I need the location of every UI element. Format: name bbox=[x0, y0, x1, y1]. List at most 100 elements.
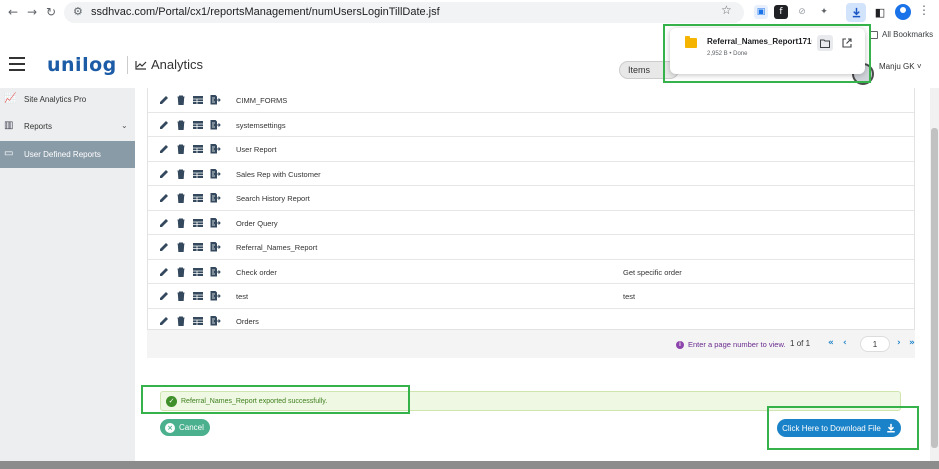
export-icon[interactable] bbox=[209, 168, 221, 180]
analytics-label: Analytics bbox=[151, 57, 204, 72]
table-view-icon[interactable] bbox=[192, 119, 204, 131]
trash-icon[interactable] bbox=[175, 168, 187, 180]
download-icon bbox=[887, 423, 895, 433]
downloads-button[interactable] bbox=[846, 3, 866, 22]
profile-avatar[interactable] bbox=[895, 4, 911, 20]
next-page-icon[interactable]: › bbox=[897, 338, 901, 348]
prev-page-icon[interactable]: ‹ bbox=[843, 338, 847, 348]
of-label: of bbox=[796, 339, 804, 348]
sidebar-item-user-defined-reports[interactable]: ▭ User Defined Reports bbox=[0, 141, 135, 168]
download-file-name[interactable]: Referral_Names_Report17101 bbox=[707, 37, 812, 46]
export-icon[interactable] bbox=[209, 290, 221, 302]
export-icon[interactable] bbox=[209, 241, 221, 253]
trash-icon[interactable] bbox=[175, 315, 187, 327]
bookmark-star-icon[interactable]: ☆ bbox=[721, 3, 732, 17]
download-icon bbox=[852, 7, 860, 18]
row-actions bbox=[158, 217, 221, 229]
trash-icon[interactable] bbox=[175, 290, 187, 302]
trash-icon[interactable] bbox=[175, 143, 187, 155]
url-text[interactable]: ssdhvac.com/Portal/cx1/reportsManagement… bbox=[91, 6, 440, 18]
report-name: Search History Report bbox=[236, 194, 310, 203]
open-file-button[interactable] bbox=[839, 35, 855, 51]
table-view-icon[interactable] bbox=[192, 143, 204, 155]
table-view-icon[interactable] bbox=[192, 217, 204, 229]
edit-pencil-icon[interactable] bbox=[158, 119, 170, 131]
row-actions bbox=[158, 315, 221, 327]
edit-pencil-icon[interactable] bbox=[158, 315, 170, 327]
edit-pencil-icon[interactable] bbox=[158, 217, 170, 229]
edit-pencil-icon[interactable] bbox=[158, 266, 170, 278]
all-bookmarks[interactable]: All Bookmarks bbox=[870, 30, 933, 39]
show-in-folder-button[interactable] bbox=[817, 35, 833, 51]
user-menu[interactable]: Manju GK ˅ bbox=[879, 62, 921, 71]
forward-arrow-icon[interactable]: → bbox=[24, 4, 40, 20]
unilog-logo[interactable]: unilog bbox=[47, 54, 117, 76]
monitor-icon: ▭ bbox=[4, 148, 14, 159]
row-actions bbox=[158, 143, 221, 155]
extension-icon[interactable]: f bbox=[774, 5, 788, 19]
edit-pencil-icon[interactable] bbox=[158, 94, 170, 106]
edit-pencil-icon[interactable] bbox=[158, 143, 170, 155]
export-icon[interactable] bbox=[209, 192, 221, 204]
cancel-button[interactable]: × Cancel bbox=[160, 419, 210, 436]
edit-pencil-icon[interactable] bbox=[158, 241, 170, 253]
edit-pencil-icon[interactable] bbox=[158, 192, 170, 204]
table-row: User Report bbox=[148, 137, 914, 162]
download-status: 2,952 B • Done bbox=[707, 51, 748, 57]
report-name: CIMM_FORMS bbox=[236, 96, 288, 105]
reload-icon[interactable]: ↻ bbox=[43, 4, 59, 20]
trash-icon[interactable] bbox=[175, 192, 187, 204]
back-arrow-icon[interactable]: ← bbox=[5, 4, 21, 20]
table-row: Check order Get specific order bbox=[148, 260, 914, 284]
table-view-icon[interactable] bbox=[192, 266, 204, 278]
sidebar-item-label: Reports bbox=[24, 122, 53, 131]
report-name: Order Query bbox=[236, 218, 278, 228]
table-view-icon[interactable] bbox=[192, 290, 204, 302]
trash-icon[interactable] bbox=[175, 241, 187, 253]
table-view-icon[interactable] bbox=[192, 315, 204, 327]
trash-icon[interactable] bbox=[175, 217, 187, 229]
chart-line-icon bbox=[135, 60, 147, 70]
table-row: Order Query bbox=[148, 211, 914, 235]
cancel-label: Cancel bbox=[179, 423, 204, 432]
trash-icon[interactable] bbox=[175, 266, 187, 278]
pagination-hint-text: Enter a page number to view. bbox=[688, 340, 786, 349]
trash-icon[interactable] bbox=[175, 119, 187, 131]
export-icon[interactable] bbox=[209, 315, 221, 327]
table-row: systemsettings bbox=[148, 113, 914, 137]
table-view-icon[interactable] bbox=[192, 192, 204, 204]
sidebar-item-reports[interactable]: ▥ Reports ⌄ bbox=[0, 113, 135, 140]
extensions-puzzle-icon[interactable]: ✦ bbox=[817, 5, 831, 19]
trash-icon[interactable] bbox=[175, 94, 187, 106]
success-message-text: Referral_Names_Report exported successfu… bbox=[181, 398, 328, 405]
scrollbar-thumb[interactable] bbox=[931, 128, 938, 448]
divider bbox=[127, 56, 128, 74]
chevron-down-icon[interactable]: ⌄ bbox=[121, 121, 128, 130]
export-icon[interactable] bbox=[209, 119, 221, 131]
extension-icon[interactable]: ⊘ bbox=[795, 5, 809, 19]
table-view-icon[interactable] bbox=[192, 168, 204, 180]
last-page-icon[interactable]: » bbox=[909, 338, 915, 348]
table-view-icon[interactable] bbox=[192, 241, 204, 253]
folder-icon bbox=[820, 39, 830, 48]
extension-icon[interactable]: ▣ bbox=[754, 5, 768, 19]
edit-pencil-icon[interactable] bbox=[158, 290, 170, 302]
export-icon[interactable] bbox=[209, 266, 221, 278]
more-menu-icon[interactable]: ⋮ bbox=[918, 3, 930, 17]
export-icon[interactable] bbox=[209, 94, 221, 106]
export-icon[interactable] bbox=[209, 143, 221, 155]
success-message: ✓ Referral_Names_Report exported success… bbox=[160, 391, 901, 411]
table-view-icon[interactable] bbox=[192, 94, 204, 106]
address-bar[interactable]: ⚙ ssdhvac.com/Portal/cx1/reportsManageme… bbox=[64, 2, 744, 23]
page-number-input[interactable]: 1 bbox=[860, 336, 890, 352]
table-row: Sales Rep with Customer bbox=[148, 162, 914, 186]
download-file-button[interactable]: Click Here to Download File bbox=[777, 419, 901, 437]
export-icon[interactable] bbox=[209, 217, 221, 229]
scrollbar[interactable] bbox=[930, 88, 939, 461]
side-panel-icon[interactable]: ◧ bbox=[873, 5, 887, 19]
first-page-icon[interactable]: « bbox=[828, 338, 834, 348]
site-settings-icon[interactable]: ⚙ bbox=[73, 5, 83, 18]
edit-pencil-icon[interactable] bbox=[158, 168, 170, 180]
sidebar-item-site-analytics-pro[interactable]: 📈 Site Analytics Pro bbox=[0, 86, 135, 113]
hamburger-menu-icon[interactable] bbox=[9, 57, 25, 71]
